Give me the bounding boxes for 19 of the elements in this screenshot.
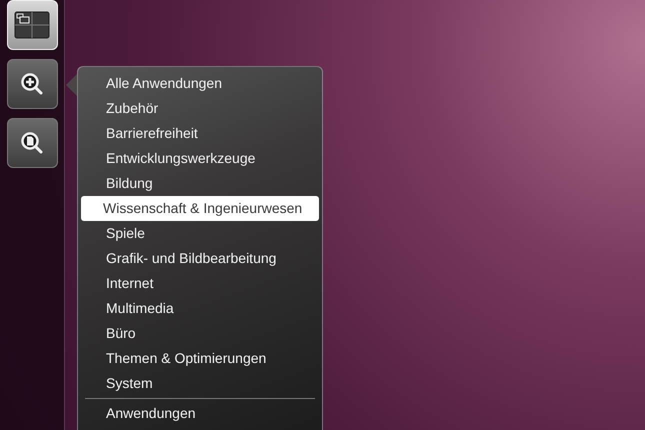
menu-item[interactable]: Wissenschaft & Ingenieurwesen — [81, 196, 319, 221]
menu-item[interactable]: Spiele — [81, 221, 319, 246]
menu-item[interactable]: Entwicklungswerkzeuge — [81, 146, 319, 171]
menu-item[interactable]: Multimedia — [81, 296, 319, 321]
menu-item[interactable]: Zubehör — [81, 96, 319, 121]
menu-item[interactable]: Anwendungen — [81, 401, 319, 426]
menu-item[interactable]: Grafik- und Bildbearbeitung — [81, 246, 319, 271]
zoom-in-icon — [20, 72, 44, 96]
menu-item[interactable]: Bildung — [81, 171, 319, 196]
menu-item[interactable]: Internet — [81, 271, 319, 296]
launcher-button[interactable] — [6, 59, 58, 109]
menu-item[interactable]: Barrierefreiheit — [81, 121, 319, 146]
document-search-icon — [20, 131, 44, 155]
menu-item[interactable]: Alle Anwendungen — [81, 71, 319, 96]
menu-item[interactable]: Themen & Optimierungen — [81, 346, 319, 371]
menu-item[interactable]: System — [81, 371, 319, 396]
workspace-switcher-icon — [14, 11, 50, 39]
launcher-button[interactable] — [6, 118, 58, 168]
menu-item[interactable]: Büro — [81, 321, 319, 346]
